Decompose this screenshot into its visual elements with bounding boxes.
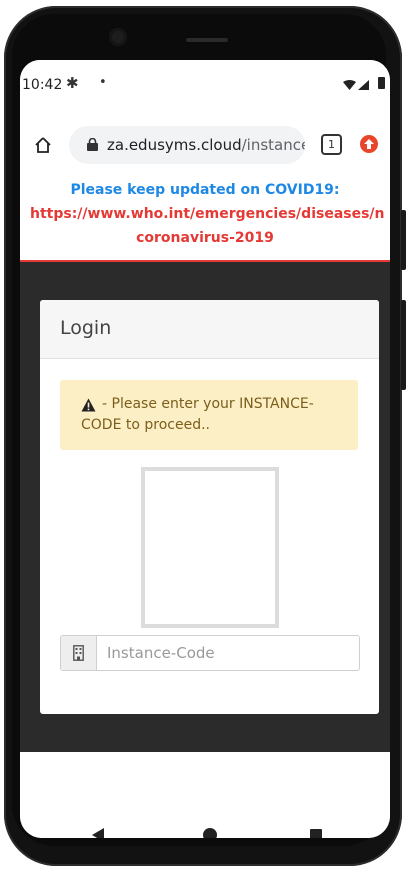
volume-button <box>401 210 406 270</box>
signal-icon <box>358 80 369 90</box>
url-text: za.edusyms.cloud/instance <box>107 136 305 154</box>
address-bar[interactable]: za.edusyms.cloud/instance <box>69 126 305 164</box>
card-header: Login <box>40 300 379 359</box>
extension-icon[interactable] <box>360 135 378 153</box>
instance-logo-placeholder <box>141 467 279 628</box>
input-addon <box>61 636 97 670</box>
lock-icon <box>87 138 98 151</box>
instance-code-group <box>60 635 360 671</box>
system-nav-bar <box>20 808 390 838</box>
battery-icon <box>378 77 385 89</box>
alert-message: - Please enter your INSTANCE-CODE to pro… <box>81 396 314 433</box>
power-button <box>401 300 406 390</box>
banner-heading: Please keep updated on COVID19: <box>70 182 340 198</box>
gear-icon: ✱ <box>66 74 79 92</box>
front-camera <box>109 28 127 46</box>
banner-link-continued[interactable]: coronavirus-2019 <box>20 230 390 246</box>
covid-banner: Please keep updated on COVID19: https://… <box>20 174 390 262</box>
phone-frame: 10:42 ✱ • za.edusyms.cloud/instance 1 Pl… <box>0 0 407 870</box>
tab-switcher-button[interactable]: 1 <box>321 134 342 155</box>
warning-alert: - Please enter your INSTANCE-CODE to pro… <box>60 380 358 450</box>
back-icon[interactable] <box>92 828 104 838</box>
instance-code-input[interactable] <box>97 636 353 670</box>
browser-toolbar: za.edusyms.cloud/instance 1 <box>20 118 390 174</box>
status-time: 10:42 <box>22 77 63 93</box>
earpiece-speaker <box>186 38 228 42</box>
home-button-icon[interactable] <box>203 828 217 838</box>
recents-icon[interactable] <box>310 829 322 838</box>
banner-link[interactable]: https://www.who.int/emergencies/diseases… <box>30 206 385 222</box>
url-path: /instance <box>241 136 305 154</box>
screen: 10:42 ✱ • za.edusyms.cloud/instance 1 Pl… <box>20 60 390 838</box>
login-title: Login <box>60 317 112 339</box>
home-icon[interactable] <box>34 136 52 154</box>
status-bar: 10:42 ✱ • <box>20 60 390 108</box>
login-card: Login - Please enter your INSTANCE-CODE … <box>40 300 379 714</box>
wifi-icon <box>343 80 356 90</box>
building-icon <box>73 645 84 661</box>
notification-dot: • <box>99 75 107 90</box>
url-domain: za.edusyms.cloud <box>107 136 242 154</box>
